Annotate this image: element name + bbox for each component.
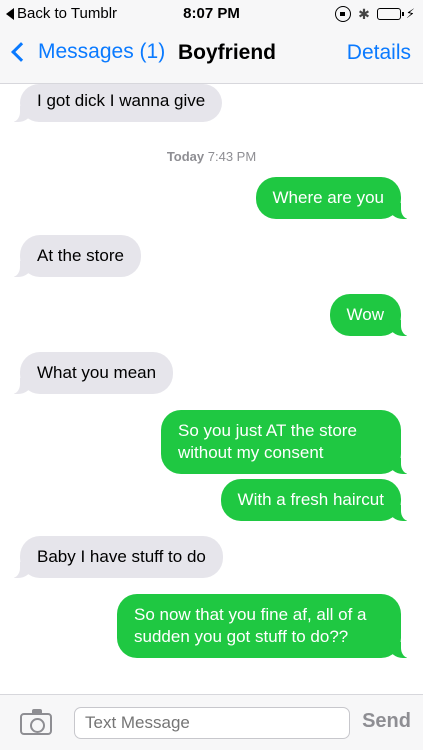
- message-bubble-outgoing[interactable]: Wow: [329, 294, 412, 336]
- composer-bar: Send: [0, 694, 423, 750]
- message-bubble-incoming[interactable]: What you mean: [9, 352, 174, 394]
- message-bubble-outgoing[interactable]: With a fresh haircut: [220, 479, 412, 521]
- details-button[interactable]: Details: [347, 41, 411, 65]
- timestamp-time: 7:43 PM: [207, 149, 257, 164]
- message-bubble-outgoing[interactable]: So now that you fine af, all of a sudden…: [117, 594, 411, 658]
- message-bubble-outgoing[interactable]: Where are you: [255, 177, 411, 219]
- status-bar: Back to Tumblr 8:07 PM ✱ ⚡: [0, 0, 423, 28]
- timestamp-day: Today: [166, 149, 205, 164]
- message-bubble-outgoing[interactable]: So you just AT the store without my cons…: [161, 410, 411, 474]
- send-button[interactable]: Send: [362, 710, 411, 733]
- chevron-left-icon: [11, 42, 31, 62]
- status-icons: ✱ ⚡: [335, 6, 415, 22]
- camera-icon[interactable]: [20, 709, 52, 735]
- nav-bar: Messages (1) Boyfriend Details: [0, 28, 423, 84]
- message-bubble-incoming[interactable]: Baby I have stuff to do: [10, 536, 223, 578]
- message-bubble-incoming[interactable]: I got dick I wanna give: [9, 84, 223, 122]
- contact-name: Boyfriend: [178, 41, 277, 64]
- battery-icon: [376, 8, 404, 20]
- messages-back-label: Messages (1): [38, 40, 166, 63]
- message-thread[interactable]: I got dick I wanna give Today 7:43 PM Wh…: [0, 84, 423, 694]
- message-bubble-incoming[interactable]: At the store: [10, 235, 141, 277]
- messages-back-button[interactable]: Messages (1): [10, 40, 165, 64]
- orientation-lock-icon: [335, 6, 352, 22]
- bluetooth-icon: ✱: [358, 6, 370, 22]
- charging-icon: ⚡: [405, 6, 415, 21]
- timestamp: Today 7:43 PM: [0, 149, 423, 164]
- message-input[interactable]: [74, 707, 350, 739]
